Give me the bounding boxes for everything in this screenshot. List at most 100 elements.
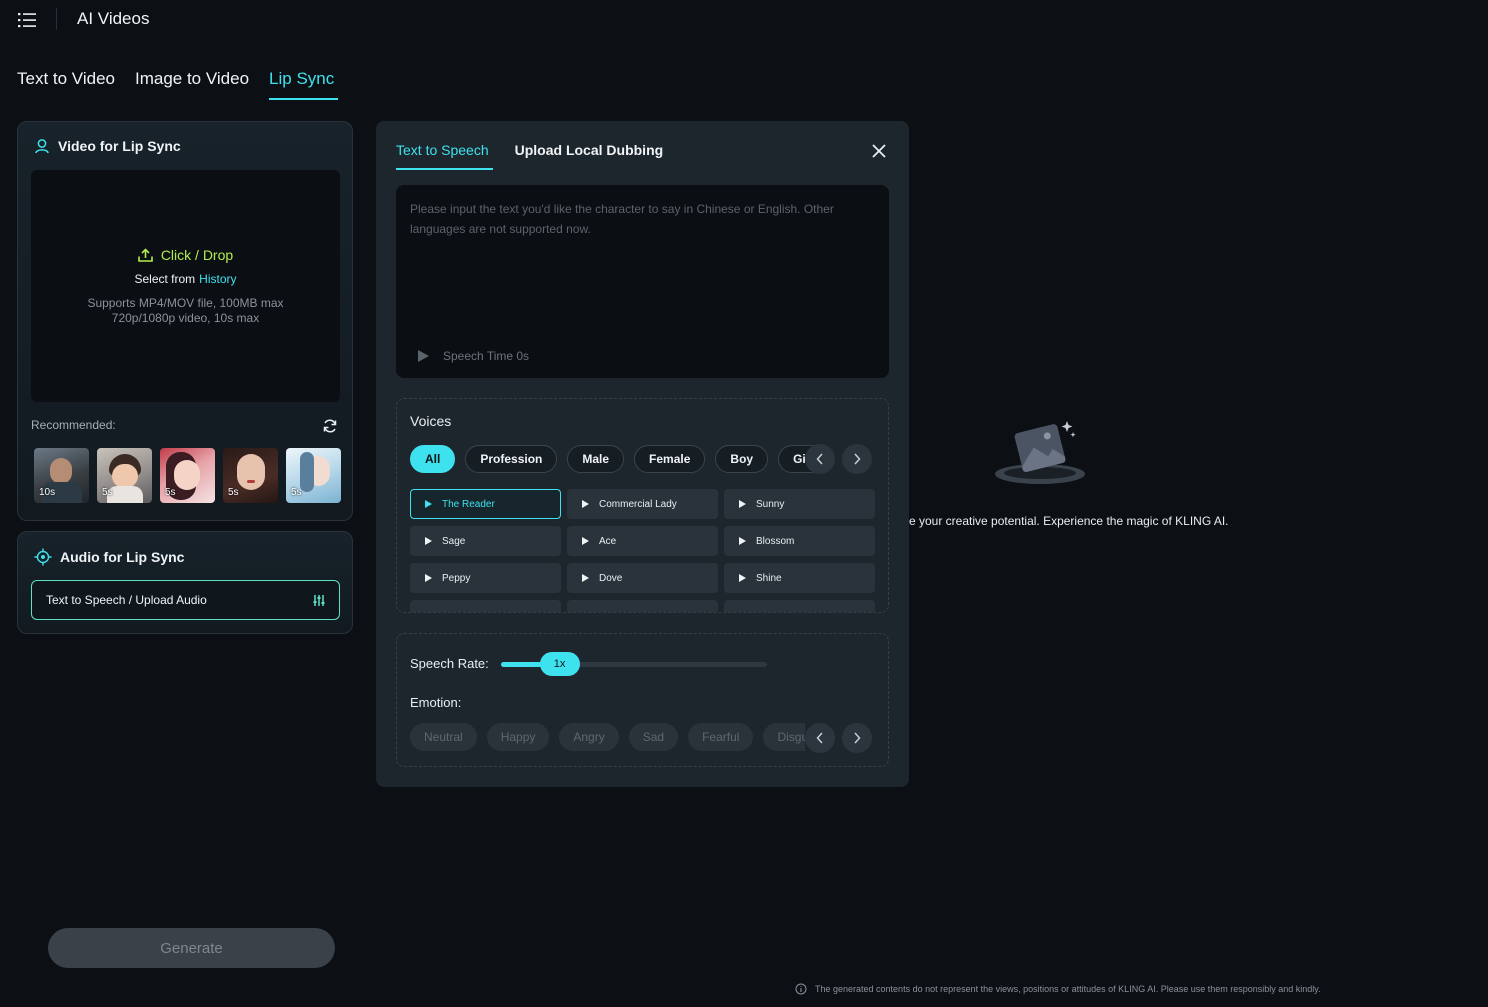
thumbnail-duration: 5s [228, 487, 239, 498]
chevron-right-icon [854, 732, 861, 744]
voice-name: Dove [599, 572, 623, 584]
emotion-prev-button[interactable] [805, 723, 835, 753]
history-link[interactable]: History [199, 272, 236, 286]
emotion-sad[interactable]: Sad [628, 723, 679, 751]
voice-name: Ace [599, 535, 617, 547]
emotion-fearful[interactable]: Fearful [688, 723, 754, 751]
recommended-thumbnails: 10s 5s 5s 5s 5s [34, 448, 341, 503]
upload-click-text: Click / Drop [160, 246, 234, 263]
voice-list: The Reader Commercial Lady Sunny Sage Ac… [410, 489, 875, 612]
video-card-title-text: Video for Lip Sync [58, 138, 181, 154]
emotion-disgusted[interactable]: Disgusted [763, 723, 805, 751]
person-icon [35, 139, 49, 154]
tab-text-to-speech[interactable]: Text to Speech [396, 142, 493, 170]
voice-name: Sunny [756, 498, 785, 510]
play-icon[interactable] [418, 350, 429, 362]
menu-icon[interactable] [18, 12, 36, 28]
voice-peppy[interactable]: Peppy [410, 563, 561, 593]
voice-ace[interactable]: Ace [567, 526, 718, 556]
speech-settings-section: Speech Rate: 1x Emotion: Neutral Happy A… [396, 633, 889, 767]
speech-time-text: Speech Time 0s [443, 349, 530, 363]
voice-blossom[interactable]: Blossom [724, 526, 875, 556]
thumbnail-video-4[interactable]: 5s [223, 448, 278, 503]
speech-rate-slider[interactable]: 1x [501, 652, 767, 676]
speech-time: Speech Time 0s [418, 349, 529, 363]
thumbnail-video-5[interactable]: 5s [286, 448, 341, 503]
chevron-left-icon [816, 732, 823, 744]
voice-filter-prev-button[interactable] [805, 444, 835, 474]
play-icon [582, 574, 589, 582]
main-tabs: Text to Video Image to Video Lip Sync [17, 69, 339, 100]
audio-card-title-text: Audio for Lip Sync [60, 549, 185, 565]
footer-disclaimer-text: The generated contents do not represent … [815, 984, 1321, 994]
video-upload-dropzone[interactable]: Click / Drop Select from History Supports… [31, 170, 340, 402]
voice-name: Sage [442, 535, 466, 547]
voice-filter-male[interactable]: Male [567, 445, 625, 473]
tab-lip-sync[interactable]: Lip Sync [269, 69, 339, 100]
play-icon [739, 574, 746, 582]
emotion-angry[interactable]: Angry [559, 723, 619, 751]
refresh-icon[interactable] [322, 418, 338, 434]
emotion-next-button[interactable] [842, 723, 872, 753]
video-card-title: Video for Lip Sync [34, 138, 181, 154]
voice-list-overflow-item[interactable] [724, 600, 875, 612]
upload-click-drop[interactable]: Click / Drop [138, 247, 233, 263]
upload-hint: Supports MP4/MOV file, 100MB max 720p/10… [87, 296, 283, 326]
thumbnail-duration: 10s [39, 487, 56, 498]
generate-button[interactable]: Generate [48, 928, 335, 968]
speech-rate-label: Speech Rate: [410, 656, 489, 671]
voice-commercial-lady[interactable]: Commercial Lady [567, 489, 718, 519]
thumbnail-video-2[interactable]: 5s [97, 448, 152, 503]
tab-text-to-video[interactable]: Text to Video [17, 69, 115, 100]
close-icon[interactable] [872, 144, 886, 158]
tab-image-to-video[interactable]: Image to Video [135, 69, 249, 100]
voices-section: Voices All Profession Male Female Boy Gi… [396, 398, 889, 613]
voice-name: Shine [756, 572, 782, 584]
speech-rate-handle[interactable]: 1x [539, 652, 580, 676]
text-to-speech-upload-audio-button[interactable]: Text to Speech / Upload Audio [31, 580, 340, 620]
voice-dove[interactable]: Dove [567, 563, 718, 593]
voice-filter-boy[interactable]: Boy [715, 445, 769, 473]
audio-card-title: Audio for Lip Sync [34, 548, 184, 566]
thumbnail-video-1[interactable]: 10s [34, 448, 89, 503]
app-title: AI Videos [77, 9, 150, 28]
info-icon [795, 983, 807, 995]
modal-tabs: Text to Speech Upload Local Dubbing [396, 142, 663, 170]
upload-icon [138, 247, 153, 262]
play-icon [582, 500, 589, 508]
thumbnail-duration: 5s [102, 487, 113, 498]
video-lip-sync-card: Video for Lip Sync Click / Drop Select f… [17, 121, 353, 521]
voice-sunny[interactable]: Sunny [724, 489, 875, 519]
play-icon [425, 500, 432, 508]
voice-filter-next-button[interactable] [842, 444, 872, 474]
voice-filter-female[interactable]: Female [634, 445, 706, 473]
audio-button-label: Text to Speech / Upload Audio [46, 593, 207, 607]
select-from-label: Select from [134, 271, 196, 286]
voice-name: The Reader [442, 498, 495, 510]
tab-upload-local-dubbing[interactable]: Upload Local Dubbing [515, 142, 664, 170]
emotion-neutral[interactable]: Neutral [410, 723, 477, 751]
chevron-left-icon [816, 453, 823, 465]
play-icon [425, 537, 432, 545]
text-to-speech-modal: Text to Speech Upload Local Dubbing Spee… [376, 121, 909, 787]
header-divider [56, 8, 57, 30]
upload-hint-line2: 720p/1080p video, 10s max [111, 310, 260, 325]
play-icon [425, 574, 432, 582]
voice-list-overflow-item[interactable] [410, 600, 561, 612]
speech-text-box: Speech Time 0s [396, 185, 889, 378]
voice-filter-profession[interactable]: Profession [465, 445, 558, 473]
thumbnail-video-3[interactable]: 5s [160, 448, 215, 503]
voice-the-reader[interactable]: The Reader [410, 489, 561, 519]
voice-filter-all[interactable]: All [410, 445, 456, 473]
voice-list-overflow-item[interactable] [567, 600, 718, 612]
thumbnail-duration: 5s [291, 487, 302, 498]
emotion-happy[interactable]: Happy [486, 723, 550, 751]
voices-title: Voices [410, 413, 452, 429]
voice-shine[interactable]: Shine [724, 563, 875, 593]
footer-disclaimer: The generated contents do not represent … [795, 983, 1321, 995]
thumbnail-duration: 5s [165, 487, 176, 498]
voice-sage[interactable]: Sage [410, 526, 561, 556]
audio-target-icon [34, 548, 52, 566]
speech-text-input[interactable] [410, 199, 870, 339]
equalizer-icon [313, 594, 325, 606]
